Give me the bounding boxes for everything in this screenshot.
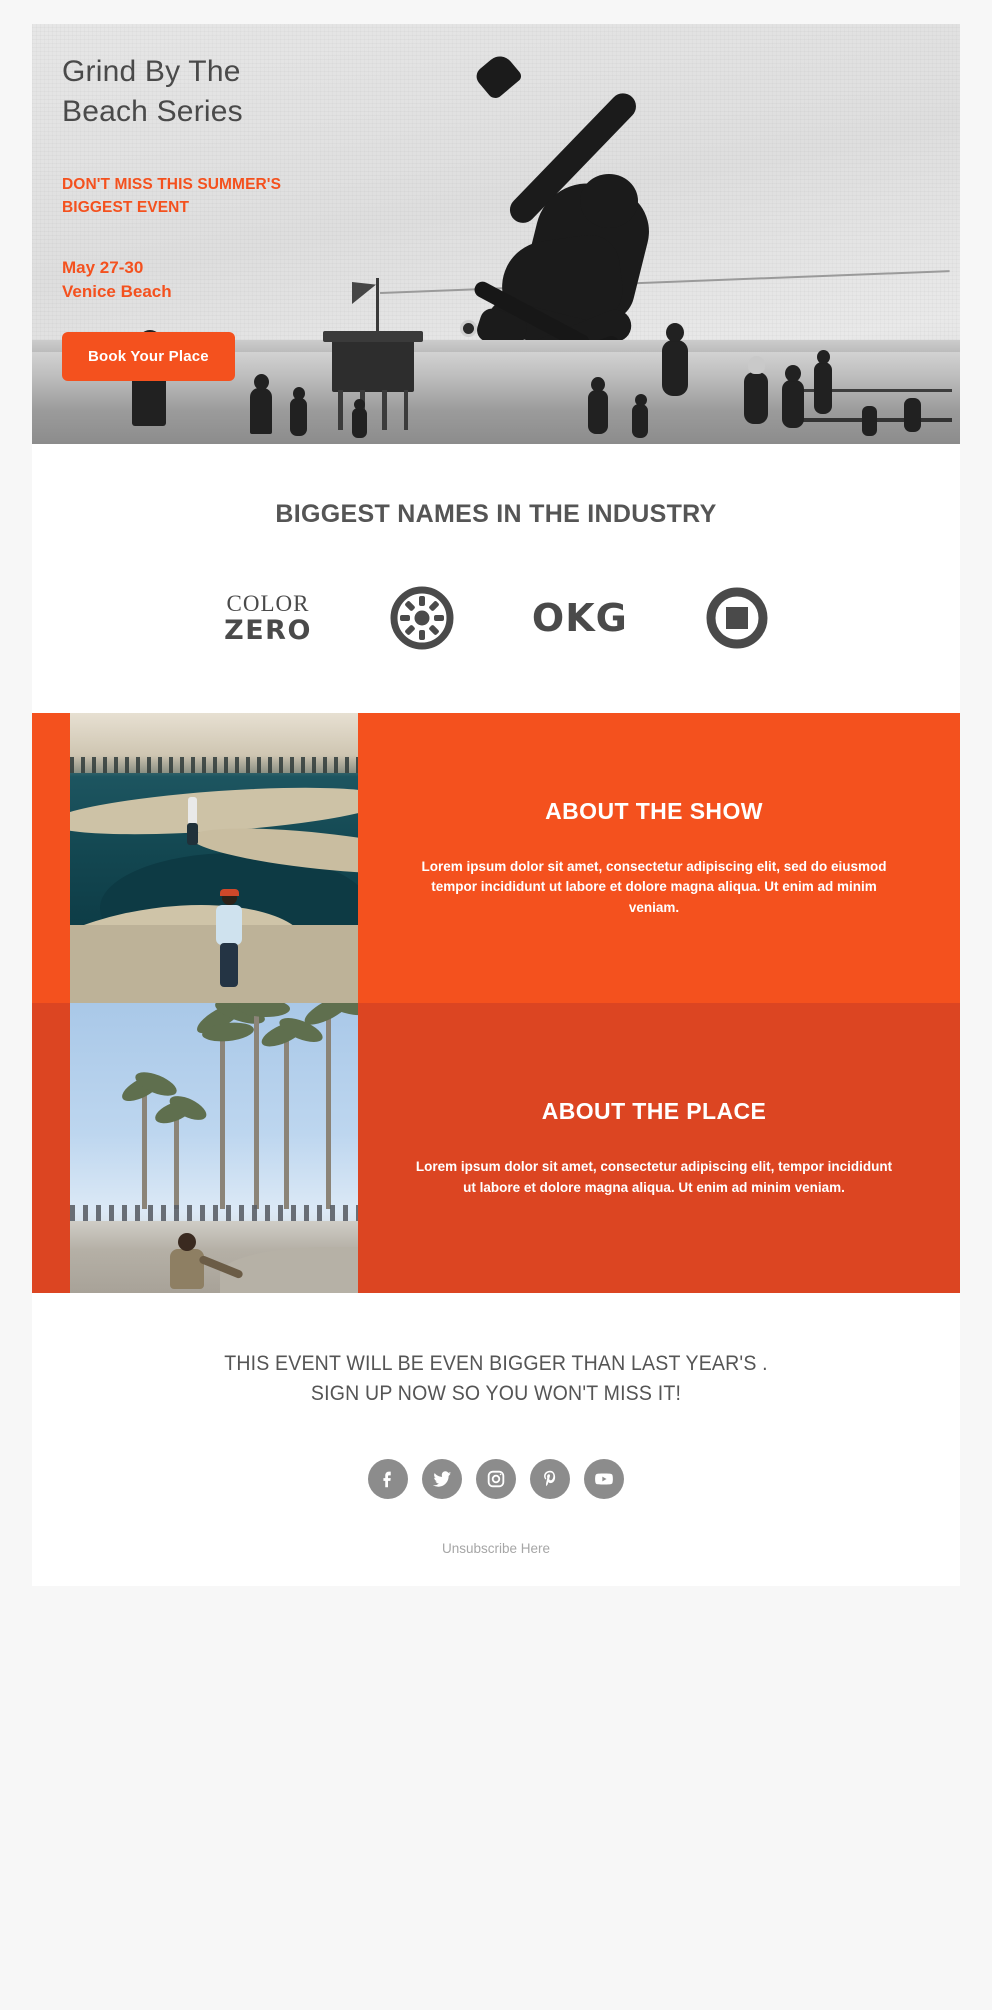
color-zero-logo[interactable]: COLOR ZERO <box>224 587 312 649</box>
hero-title: Grind By The Beach Series <box>62 52 930 131</box>
hero-event-date: May 27-30 <box>62 257 144 277</box>
okg-logo[interactable]: OKG <box>532 587 628 649</box>
lifeguard-tower-legs <box>338 390 408 430</box>
brands-section: BIGGEST NAMES IN THE INDUSTRY COLOR ZERO <box>32 444 960 713</box>
beach-person <box>290 398 307 436</box>
footer-message-line-1: THIS EVENT WILL BE EVEN BIGGER THAN LAST… <box>224 1352 768 1375</box>
color-zero-logo-top: COLOR <box>226 591 310 616</box>
boardwalk-rail <box>802 418 952 422</box>
about-place-left-band <box>32 1003 70 1293</box>
about-show-heading: ABOUT THE SHOW <box>545 798 763 825</box>
email-body: Grind By The Beach Series DON'T MISS THI… <box>32 24 960 1586</box>
about-place-heading: ABOUT THE PLACE <box>541 1098 767 1125</box>
pinterest-icon[interactable] <box>530 1458 570 1499</box>
hero-event-location: Venice Beach <box>62 281 172 301</box>
hero-title-line-2: Beach Series <box>62 94 243 128</box>
hero-event-details: May 27-30 Venice Beach <box>62 256 930 304</box>
hero-content: Grind By The Beach Series DON'T MISS THI… <box>32 24 960 381</box>
beach-person <box>588 390 608 434</box>
beach-person <box>250 388 272 434</box>
beach-person <box>904 398 921 432</box>
skatepark-bowl-photo <box>70 713 358 1003</box>
facebook-icon[interactable] <box>368 1458 408 1499</box>
hero-kicker-line-1: DON'T MISS THIS SUMMER'S <box>62 176 282 194</box>
hero-section: Grind By The Beach Series DON'T MISS THI… <box>32 24 960 444</box>
beach-person <box>632 404 648 438</box>
beach-person-head <box>635 394 647 406</box>
footer-section: THIS EVENT WILL BE EVEN BIGGER THAN LAST… <box>32 1293 960 1586</box>
about-the-show-section: ABOUT THE SHOW Lorem ipsum dolor sit ame… <box>32 713 960 1003</box>
about-the-place-section: ABOUT THE PLACE Lorem ipsum dolor sit am… <box>32 1003 960 1293</box>
beach-person <box>862 406 877 436</box>
beach-person <box>782 380 804 428</box>
hero-title-line-1: Grind By The <box>62 55 241 88</box>
about-show-left-band <box>32 713 70 1003</box>
book-your-place-button[interactable]: Book Your Place <box>62 331 235 381</box>
square-ring-logo[interactable] <box>706 587 768 649</box>
hero-kicker: DON'T MISS THIS SUMMER'S BIGGEST EVENT <box>62 173 930 220</box>
wheel-icon <box>390 586 454 650</box>
color-zero-logo-bottom: ZERO <box>224 615 312 646</box>
footer-message-line-2: SIGN UP NOW SO YOU WON'T MISS IT! <box>310 1381 682 1405</box>
instagram-icon[interactable] <box>476 1458 516 1499</box>
beach-person-head <box>354 399 365 410</box>
venice-beach-palms-photo <box>70 1003 358 1293</box>
okg-logo-text: OKG <box>531 596 628 640</box>
twitter-icon[interactable] <box>422 1458 462 1499</box>
unsubscribe-link[interactable]: Unsubscribe Here <box>442 1541 550 1556</box>
youtube-icon[interactable] <box>584 1458 624 1499</box>
brands-heading: BIGGEST NAMES IN THE INDUSTRY <box>275 500 717 528</box>
about-show-body: Lorem ipsum dolor sit amet, consectetur … <box>421 859 887 915</box>
beach-person <box>352 408 367 438</box>
footer-message: THIS EVENT WILL BE EVEN BIGGER THAN LAST… <box>64 1349 927 1409</box>
social-links <box>32 1458 960 1499</box>
brand-logo-row: COLOR ZERO OKG <box>32 586 960 650</box>
wheel-logo[interactable] <box>390 586 454 650</box>
beach-person-head <box>293 387 305 400</box>
unsubscribe-row: Unsubscribe Here <box>32 1541 960 1586</box>
about-show-text: ABOUT THE SHOW Lorem ipsum dolor sit ame… <box>358 713 960 1003</box>
square-ring-icon <box>706 587 768 649</box>
about-place-body: Lorem ipsum dolor sit amet, consectetur … <box>415 1159 893 1195</box>
about-place-text: ABOUT THE PLACE Lorem ipsum dolor sit am… <box>358 1003 960 1293</box>
hero-kicker-line-2: BIGGEST EVENT <box>62 199 190 217</box>
